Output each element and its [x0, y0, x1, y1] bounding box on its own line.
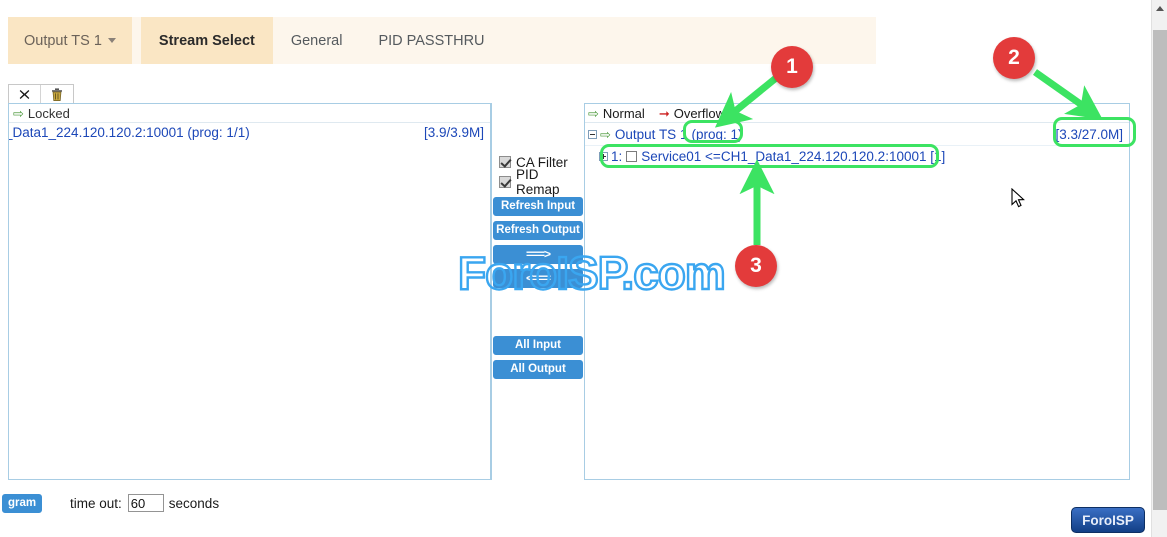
locked-header: ⇨ Locked: [9, 104, 490, 123]
bottom-bar: gram time out: seconds: [0, 488, 1140, 518]
expand-plus-icon[interactable]: [599, 151, 608, 161]
legend-overflow-label: Overflow: [673, 105, 726, 121]
tab-bar: Output TS 1 Stream Select General PID PA…: [8, 17, 876, 64]
x-icon: [19, 89, 30, 99]
tab-gap: [131, 17, 141, 64]
tab-pid-passthru-label: PID PASSTHRU: [378, 32, 485, 49]
service-label: Service01 <=CH1_Data1_224.120.120.2:1000…: [641, 148, 946, 164]
pid-remap-label: PID Remap: [516, 167, 560, 197]
vertical-scrollbar[interactable]: [1151, 0, 1167, 537]
input-list-panel[interactable]: ⇨ Locked _Data1_224.120.120.2:10001 (pro…: [8, 103, 491, 480]
delete-button[interactable]: [41, 85, 73, 103]
seconds-label: seconds: [168, 495, 220, 511]
input-stream-label: _Data1_224.120.120.2:10001 (prog: 1/1): [8, 125, 250, 140]
button-gap: [492, 288, 584, 332]
service-checkbox[interactable]: [626, 150, 638, 162]
legend-overflow: ➞ Overflow: [659, 106, 725, 121]
tab-stream-select[interactable]: Stream Select: [140, 17, 273, 64]
refresh-output-button[interactable]: Refresh Output: [493, 221, 583, 240]
chevron-down-icon: [107, 38, 116, 43]
scroll-up-icon[interactable]: [1152, 0, 1167, 17]
output-ts-bitrate: [3.3/27.0M]: [1055, 127, 1123, 142]
legend-normal-label: Normal: [602, 105, 645, 121]
input-stream-bitrate: [3.9/3.9M]: [423, 125, 484, 140]
legend-normal: ⇨ Normal: [588, 106, 645, 121]
checkbox-checked-icon[interactable]: [499, 176, 511, 188]
arrow-right-green-icon: ⇨: [600, 126, 611, 142]
timeout-input[interactable]: [127, 494, 164, 512]
mouse-cursor-icon: [1011, 188, 1025, 208]
pid-remap-checkbox-row[interactable]: PID Remap: [499, 167, 584, 197]
arrow-right-red-icon: ➞: [658, 105, 670, 121]
tree-root-row[interactable]: ⇨ Output TS 1 (prog: 1) [3.3/27.0M]: [585, 123, 1129, 146]
arrow-right-green-icon: ⇨: [588, 105, 599, 121]
collapse-minus-icon[interactable]: [588, 129, 597, 139]
scrollbar-thumb[interactable]: [1153, 30, 1167, 510]
tab-stream-select-label: Stream Select: [158, 32, 255, 49]
tab-pid-passthru[interactable]: PID PASSTHRU: [360, 17, 502, 64]
all-input-button[interactable]: All Input: [493, 336, 583, 355]
foroisp-badge: ForoISP: [1071, 507, 1145, 533]
arrow-right-green-icon: ⇨: [13, 105, 24, 121]
move-right-button[interactable]: ===>: [493, 245, 583, 264]
tab-general[interactable]: General: [273, 17, 361, 64]
right-gutter: [1141, 0, 1151, 537]
timeout-label: time out:: [70, 495, 122, 511]
tab-output-ts-1[interactable]: Output TS 1: [8, 17, 132, 64]
program-button[interactable]: gram: [2, 493, 42, 513]
annotation-marker-2: 2: [993, 37, 1035, 79]
list-item[interactable]: _Data1_224.120.120.2:10001 (prog: 1/1) […: [9, 123, 490, 142]
tree-child-row[interactable]: 1: Service01 <=CH1_Data1_224.120.120.2:1…: [599, 146, 1129, 166]
refresh-input-button[interactable]: Refresh Input: [493, 197, 583, 216]
annotation-marker-3: 3: [735, 245, 777, 287]
legend: ⇨ Normal ➞ Overflow: [585, 104, 1129, 123]
app-screen: Output TS 1 Stream Select General PID PA…: [0, 0, 1167, 537]
output-ts-prog: (prog: 1): [691, 126, 743, 142]
list-toolbar: [8, 84, 74, 104]
tab-general-label: General: [290, 32, 343, 49]
close-button[interactable]: [9, 85, 41, 103]
tab-output-ts-1-label: Output TS 1: [24, 32, 102, 49]
service-index-label: 1:: [611, 148, 623, 164]
locked-label: Locked: [27, 105, 70, 121]
trash-icon: [52, 87, 62, 101]
move-left-button[interactable]: <===: [493, 269, 583, 288]
output-ts-label: Output TS 1: [614, 126, 688, 142]
output-tree-panel[interactable]: ⇨ Normal ➞ Overflow ⇨ Output TS 1 (prog:…: [584, 103, 1130, 480]
checkbox-checked-icon[interactable]: [499, 156, 511, 168]
all-output-button[interactable]: All Output: [493, 360, 583, 379]
annotation-marker-1: 1: [771, 46, 813, 88]
center-controls-panel: CA Filter PID Remap Refresh Input Refres…: [491, 103, 585, 480]
